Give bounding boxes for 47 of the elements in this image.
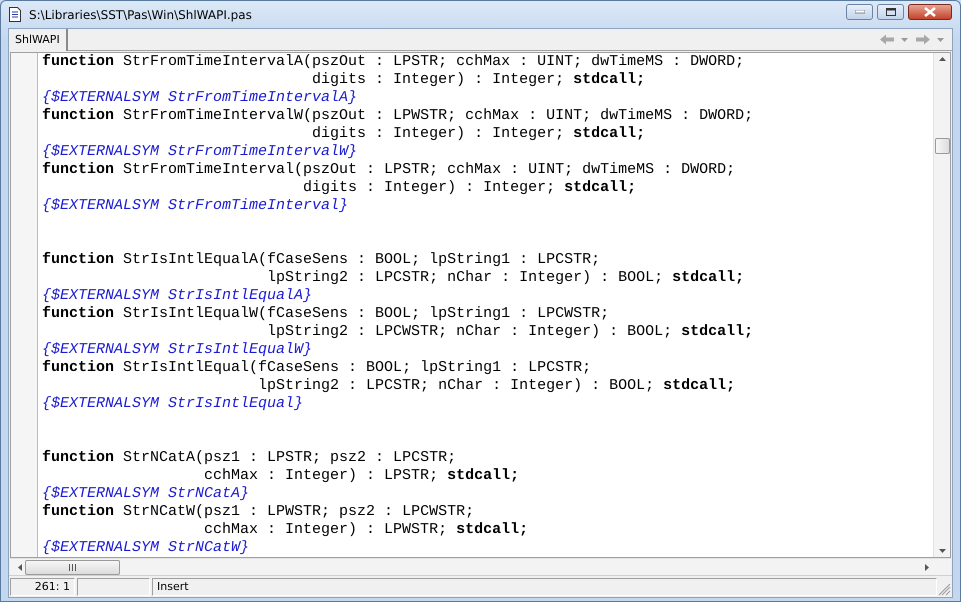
code-line: digits : Integer) : Integer; stdcall; (302, 179, 638, 197)
code-line: function StrFromTimeIntervalW(pszOut : LPWSTR; cchMax : UINT; dwTimeMS : DWORD; (42, 107, 754, 125)
scroll-thumb[interactable] (935, 138, 950, 154)
document-icon (9, 7, 21, 22)
scroll-down-icon[interactable] (938, 549, 946, 553)
caret-icon[interactable] (901, 38, 908, 42)
code-line: function StrNCatA(psz1 : LPSTR; psz2 : LPCSTR; (42, 449, 458, 467)
compiler-directive: {$EXTERNALSYM StrFromTimeIntervalA} (42, 89, 358, 107)
code-line: lpString2 : LPCSTR; nChar : Integer) : BOOL; stdcall; (266, 269, 746, 287)
grip-icon (69, 564, 76, 570)
compiler-directive: {$EXTERNALSYM StrFromTimeInterval} (42, 197, 350, 215)
minimize-button[interactable] (846, 4, 873, 20)
window-title: S:\Libraries\SST\Pas\Win\ShlWAPI.pas (29, 6, 252, 24)
code-line: function StrIsIntlEqualW(fCaseSens : BOOL; lpString1 : LPCWSTR; (42, 305, 610, 323)
file-tab[interactable]: ShlWAPI (9, 29, 68, 51)
code-line: function StrNCatW(psz1 : LPWSTR; psz2 : LPCWSTR; (42, 503, 476, 521)
code-line: digits : Integer) : Integer; stdcall; (311, 71, 646, 89)
compiler-directive: {$EXTERNALSYM StrNCatW} (42, 539, 250, 557)
code-line: function StrFromTimeInterval(pszOut : LPSTR; cchMax : UINT; dwTimeMS : DWORD; (42, 161, 736, 179)
scroll-left-icon[interactable] (18, 564, 22, 570)
scroll-right-icon[interactable] (925, 564, 929, 570)
code-line: digits : Integer) : Integer; stdcall; (311, 125, 646, 143)
code-line: cchMax : Integer) : LPSTR; stdcall; (203, 467, 520, 485)
scroll-up-icon[interactable] (938, 57, 946, 61)
cursor-position: 261: 1 (10, 578, 75, 596)
code-line: function StrFromTimeIntervalA(pszOut : LPSTR; cchMax : UINT; dwTimeMS : DWORD; (42, 53, 746, 71)
vertical-scrollbar[interactable] (933, 53, 950, 557)
code-line: cchMax : Integer) : LPWSTR; stdcall; (203, 521, 530, 539)
compiler-directive: {$EXTERNALSYM StrIsIntlEqualA} (42, 287, 314, 305)
compiler-directive: {$EXTERNALSYM StrFromTimeIntervalW} (42, 143, 358, 161)
code-line: function StrIsIntlEqualA(fCaseSens : BOOL; lpString1 : LPCSTR; (42, 251, 602, 269)
close-button[interactable] (908, 4, 952, 20)
code-line: lpString2 : LPCSTR; nChar : Integer) : BOOL; stdcall; (257, 377, 736, 395)
caret-icon[interactable] (937, 38, 944, 42)
minimize-icon (854, 10, 864, 14)
code-line: function StrIsIntlEqual(fCaseSens : BOOL; lpString1 : LPCSTR; (42, 359, 592, 377)
resize-grip-icon[interactable] (939, 584, 951, 596)
code-line: lpString2 : LPCWSTR; nChar : Integer) : BOOL; stdcall; (266, 323, 754, 341)
scroll-thumb[interactable] (25, 560, 120, 574)
maximize-button[interactable] (877, 4, 904, 20)
compiler-directive: {$EXTERNALSYM StrIsIntlEqualW} (42, 341, 314, 359)
maximize-icon (886, 8, 896, 16)
compiler-directive: {$EXTERNALSYM StrNCatA} (42, 485, 250, 503)
horizontal-scrollbar[interactable] (10, 558, 951, 575)
compiler-directive: {$EXTERNALSYM StrIsIntlEqual} (42, 395, 304, 413)
close-icon (924, 6, 936, 16)
edit-mode: Insert (152, 578, 937, 596)
